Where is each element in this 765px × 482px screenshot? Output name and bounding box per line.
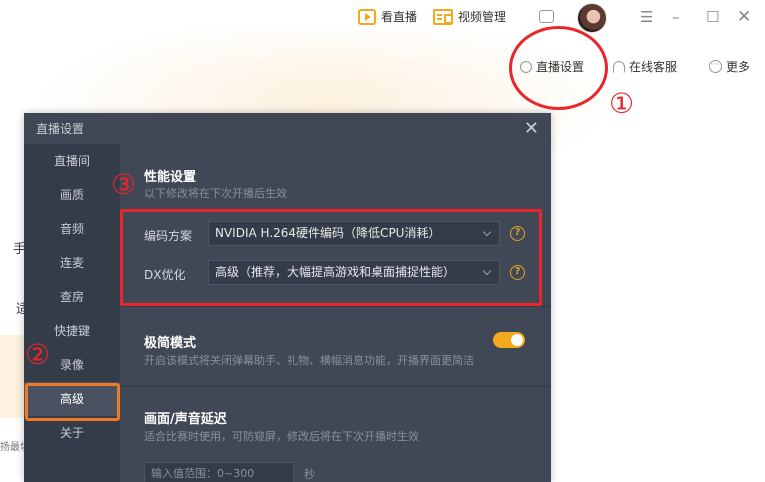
minimal-mode-title: 极简模式	[144, 336, 197, 351]
top-bar: 看直播 视频管理 ☰ – ☐ ✕	[0, 0, 765, 36]
message-icon[interactable]	[539, 10, 554, 23]
online-service-label: 在线客服	[629, 60, 678, 74]
more-icon: ···	[709, 60, 722, 73]
performance-title: 性能设置	[144, 170, 197, 185]
dialog-content: 性能设置 以下修改将在下次开播后生效 编码方案 NVIDIA H.264硬件编码…	[120, 144, 551, 482]
close-icon[interactable]: ✕	[524, 119, 539, 138]
annotation-rect	[120, 209, 542, 306]
close-window-icon[interactable]: ✕	[737, 9, 751, 26]
more-button[interactable]: ··· 更多	[709, 58, 750, 75]
delay-unit: 秒	[304, 468, 315, 481]
play-icon	[358, 8, 376, 25]
video-manage-label: 视频管理	[458, 10, 507, 24]
divider	[120, 306, 551, 307]
divider	[120, 386, 551, 387]
sidebar-item-quality[interactable]: 画质	[24, 178, 120, 212]
headset-icon	[613, 60, 625, 73]
maximize-icon[interactable]: ☐	[706, 9, 719, 25]
delay-desc: 适合比赛时使用，可防窥屏，修改后将在下次开播时生效	[144, 430, 419, 443]
dialog-sidebar: 直播间 画质 音频 连麦 查房 快捷键 录像 高级 关于	[24, 144, 120, 482]
sidebar-item-room-check[interactable]: 查房	[24, 280, 120, 314]
sidebar-item-audio[interactable]: 音频	[24, 212, 120, 246]
minimal-mode-toggle[interactable]	[493, 332, 525, 348]
dialog-title: 直播设置	[36, 122, 85, 136]
video-manage-button[interactable]: 视频管理	[433, 8, 506, 25]
more-label: 更多	[726, 60, 751, 74]
annotation-circle	[509, 26, 608, 110]
sidebar-item-co-host[interactable]: 连麦	[24, 246, 120, 280]
menu-icon[interactable]: ☰	[640, 9, 653, 25]
sidebar-item-live-room[interactable]: 直播间	[24, 144, 120, 178]
sidebar-item-about[interactable]: 关于	[24, 416, 120, 450]
background-highlight	[0, 335, 24, 418]
minimal-mode-desc: 开启该模式将关闭弹幕助手、礼物、横幅消息功能，开播界面更简洁	[144, 354, 474, 367]
watch-live-label: 看直播	[381, 10, 418, 24]
annotation-number-2: ②	[25, 338, 51, 371]
annotation-rect-advanced	[25, 383, 120, 421]
annotation-number-1: ①	[609, 87, 635, 120]
delay-title: 画面/声音延迟	[144, 412, 227, 427]
minimize-icon[interactable]: –	[672, 9, 680, 25]
performance-desc: 以下修改将在下次开播后生效	[144, 187, 287, 200]
online-service-button[interactable]: 在线客服	[613, 58, 677, 75]
video-manage-icon	[433, 8, 453, 25]
delay-input[interactable]: 输入值范围：0~300	[144, 462, 294, 482]
dialog-header: 直播设置 ✕	[24, 113, 551, 144]
watch-live-button[interactable]: 看直播	[358, 8, 417, 25]
annotation-number-3: ③	[111, 168, 137, 201]
avatar[interactable]	[577, 3, 607, 33]
